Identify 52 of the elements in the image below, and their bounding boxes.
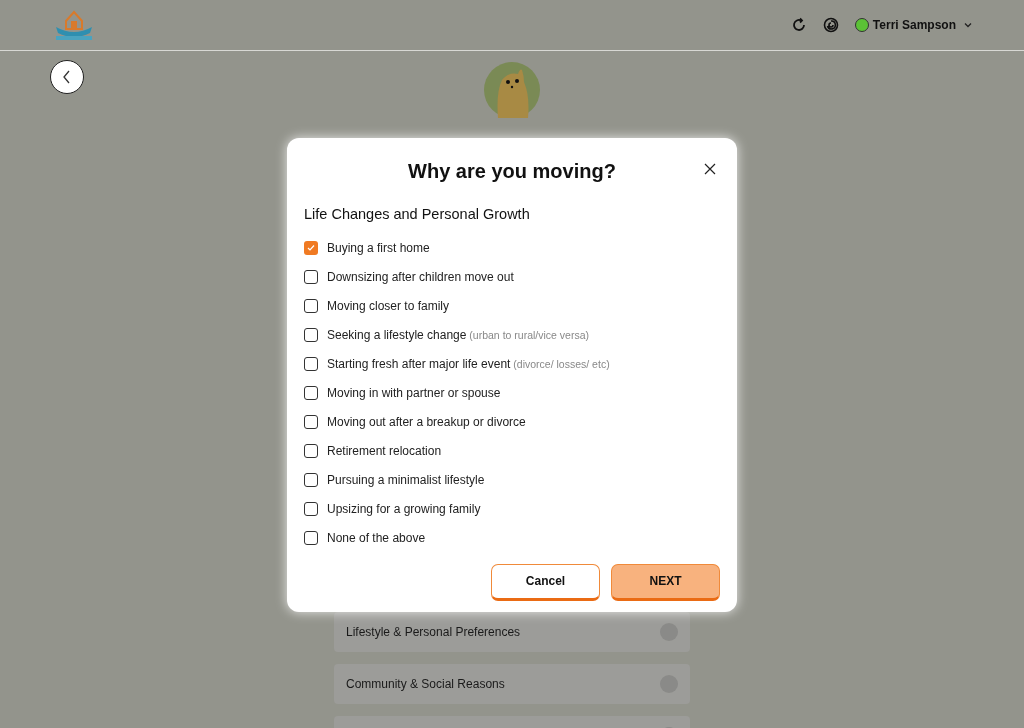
checkbox-option[interactable]: Upsizing for a growing family xyxy=(304,499,720,519)
user-avatar-icon xyxy=(854,18,869,32)
checkbox-option[interactable]: Moving in with partner or spouse xyxy=(304,383,720,403)
category-card[interactable]: Lifestyle & Personal Preferences xyxy=(334,612,690,652)
checkbox-option[interactable]: Moving out after a breakup or divorce xyxy=(304,412,720,432)
close-button[interactable] xyxy=(704,162,718,176)
option-label: Downsizing after children move out xyxy=(327,269,514,287)
check-icon xyxy=(307,244,315,253)
user-name[interactable]: Terri Sampson xyxy=(872,16,956,34)
back-button[interactable] xyxy=(50,60,84,94)
mascot-avatar-icon xyxy=(484,62,540,118)
spiral-icon[interactable] xyxy=(822,17,839,33)
checkbox[interactable] xyxy=(304,415,318,430)
option-label: Pursuing a minimalist lifestyle xyxy=(327,472,485,490)
category-card[interactable]: Community & Social Reasons xyxy=(334,664,690,704)
checkbox-option[interactable]: None of the above xyxy=(304,528,720,548)
checkbox[interactable] xyxy=(304,328,318,343)
checkbox-option[interactable]: Seeking a lifestyle change (urban to rural/vice versa) xyxy=(304,325,720,345)
category-label: Community & Social Reasons xyxy=(346,676,505,693)
checkbox-option[interactable]: Retirement relocation xyxy=(304,441,720,461)
checkbox[interactable] xyxy=(304,241,318,256)
chevron-down-icon[interactable] xyxy=(964,21,972,29)
section-heading: Life Changes and Personal Growth xyxy=(304,205,531,224)
option-label: Starting fresh after major life event (divorce/ losses/ etc) xyxy=(327,356,610,374)
checkbox-option[interactable]: Pursuing a minimalist lifestyle xyxy=(304,470,720,490)
checkbox[interactable] xyxy=(304,444,318,459)
option-label: Moving in with partner or spouse xyxy=(327,385,501,403)
close-icon xyxy=(704,163,716,175)
checkbox-option[interactable]: Moving closer to family xyxy=(304,296,720,316)
option-label: Buying a first home xyxy=(327,240,430,258)
option-label: Moving closer to family xyxy=(327,298,450,316)
checkbox-option[interactable]: Starting fresh after major life event (divorce/ losses/ etc) xyxy=(304,354,720,374)
checkbox[interactable] xyxy=(304,270,318,285)
category-label: Lifestyle & Personal Preferences xyxy=(346,624,521,641)
checkbox[interactable] xyxy=(304,502,318,517)
option-label: None of the above xyxy=(327,530,426,548)
checkbox-option[interactable]: Buying a first home xyxy=(304,238,720,258)
checkbox[interactable] xyxy=(304,299,318,314)
back-icon xyxy=(62,70,72,84)
option-label: Seeking a lifestyle change (urban to rural/vice versa) xyxy=(327,327,589,345)
checkbox-option[interactable]: Downsizing after children move out xyxy=(304,267,720,287)
checkbox[interactable] xyxy=(304,531,318,546)
checkbox[interactable] xyxy=(304,357,318,372)
checkbox[interactable] xyxy=(304,473,318,488)
option-label: Retirement relocation xyxy=(327,443,442,461)
dialog-title: Why are you moving? xyxy=(408,159,616,184)
checkbox[interactable] xyxy=(304,386,318,401)
cancel-button[interactable]: Cancel xyxy=(491,563,600,601)
option-label: Moving out after a breakup or divorce xyxy=(327,414,526,432)
next-button[interactable]: NEXT xyxy=(611,563,720,601)
option-label: Upsizing for a growing family xyxy=(327,501,481,519)
refresh-icon[interactable] xyxy=(790,17,807,33)
